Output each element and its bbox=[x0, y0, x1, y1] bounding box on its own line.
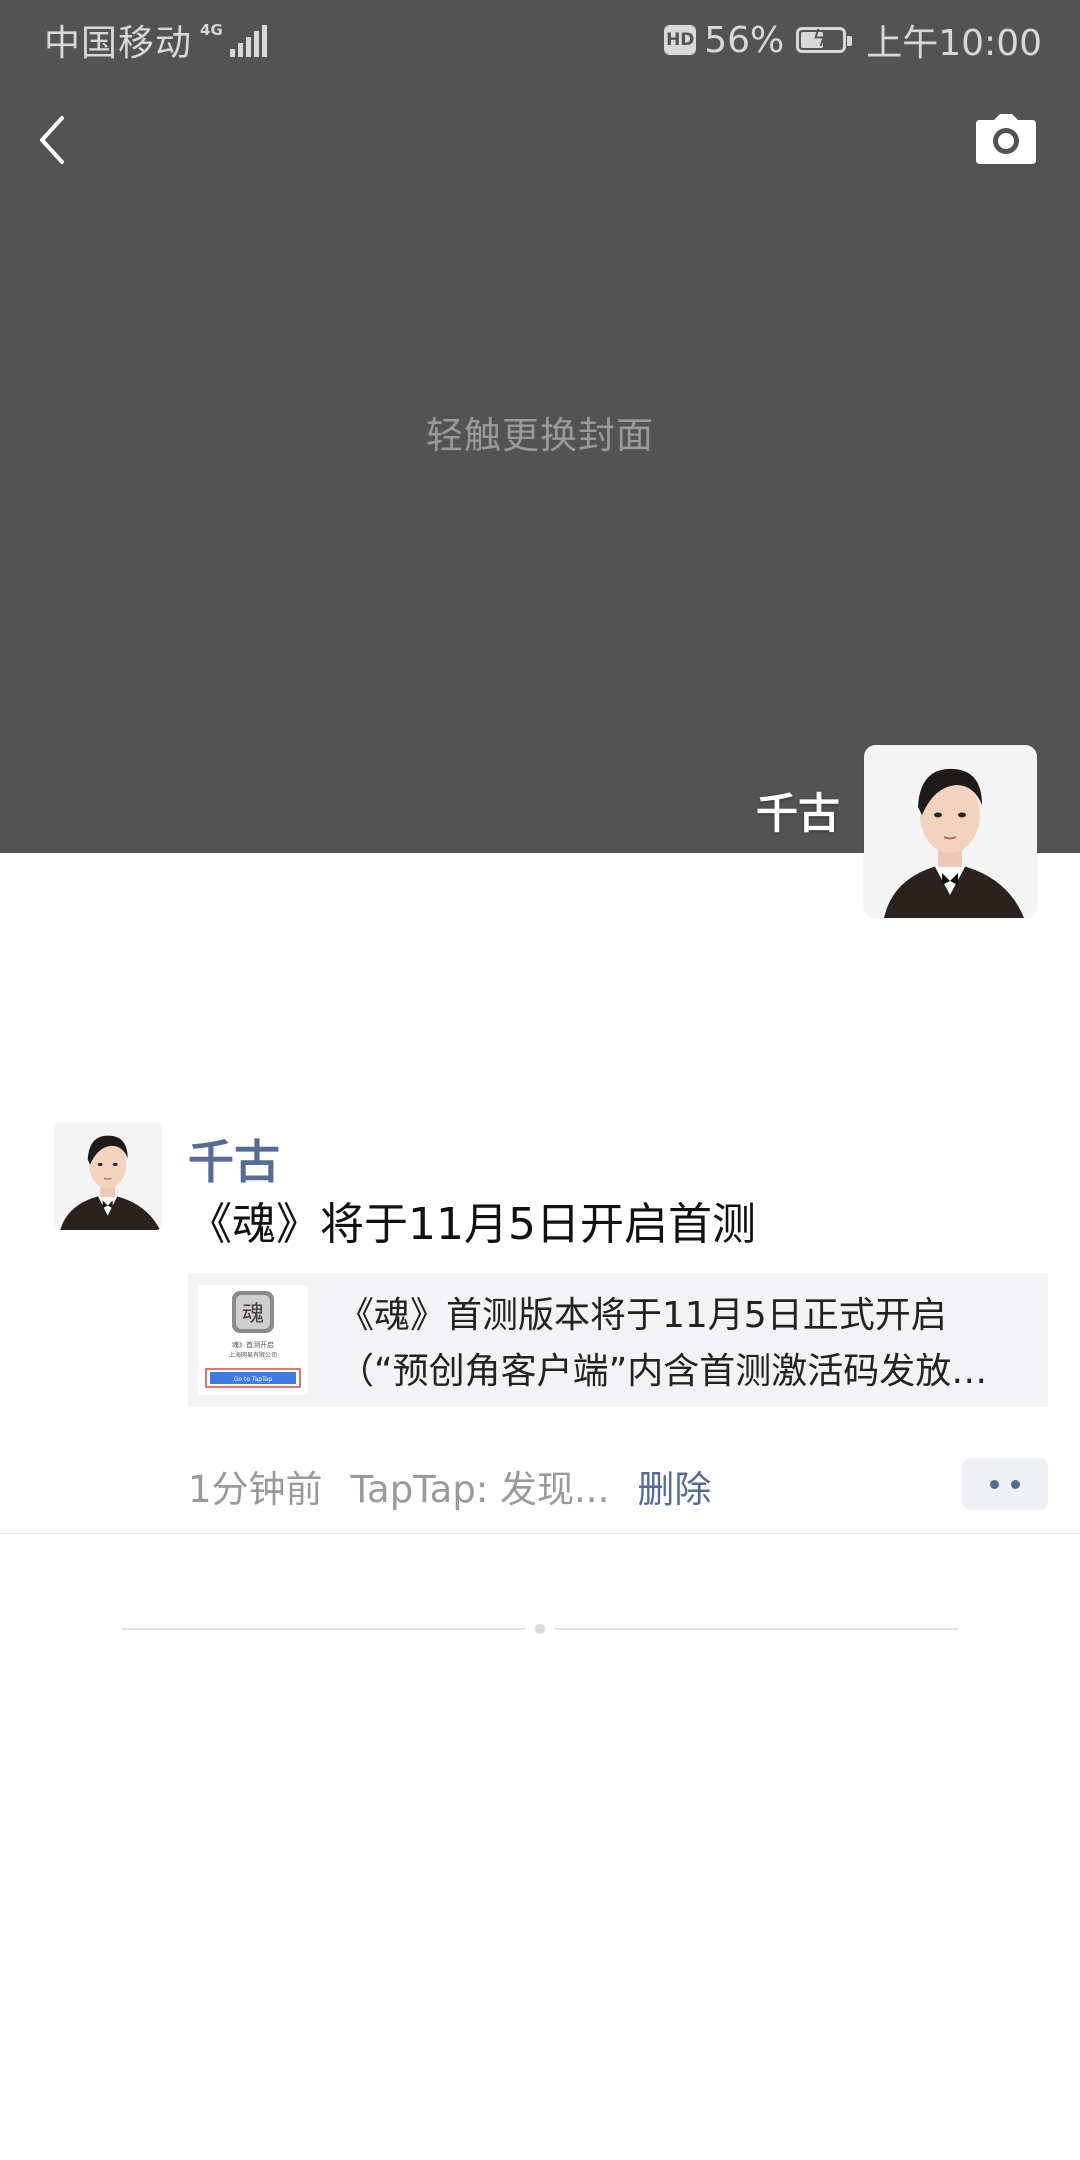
signal-icon: 4G bbox=[200, 23, 267, 57]
avatar-portrait bbox=[54, 1122, 162, 1230]
thumb-logo-glyph: 魂 bbox=[242, 1302, 264, 1327]
thumb-button: Go to TapTap bbox=[234, 1376, 273, 1383]
post-author-name[interactable]: 千古 bbox=[188, 1126, 280, 1192]
more-dots-icon bbox=[990, 1479, 999, 1489]
more-actions-button[interactable] bbox=[962, 1458, 1048, 1510]
clock: 上午10:00 bbox=[866, 23, 1042, 64]
status-bar: 中国移动 4G HD 56% ϟ 上午10:00 bbox=[0, 0, 1080, 74]
end-of-feed-line-left bbox=[122, 1628, 525, 1630]
end-of-feed-line-right bbox=[555, 1628, 958, 1630]
post-author-avatar[interactable] bbox=[54, 1122, 162, 1230]
change-cover-hint[interactable]: 轻触更换封面 bbox=[0, 405, 1080, 459]
carrier-label: 中国移动 bbox=[44, 23, 193, 64]
status-bar-left: 中国移动 4G bbox=[44, 14, 267, 66]
post-time: 1分钟前 bbox=[188, 1468, 323, 1511]
camera-icon bbox=[976, 114, 1036, 164]
avatar-portrait bbox=[864, 745, 1037, 918]
thumb-caption: 魂》首测开启 bbox=[232, 1340, 274, 1349]
post-divider bbox=[0, 1533, 1080, 1534]
link-subtitle: （“预创角客户端”内含首测激活码发放… bbox=[338, 1351, 988, 1392]
profile-avatar[interactable] bbox=[864, 745, 1037, 918]
battery-percent: 56% bbox=[704, 19, 785, 61]
profile-name: 千古 bbox=[755, 789, 840, 838]
link-title: 《魂》首测版本将于11月5日正式开启 bbox=[338, 1295, 947, 1336]
hd-badge: HD bbox=[664, 25, 697, 55]
thumb-company: 上海网易有限公司 bbox=[229, 1351, 277, 1359]
camera-button[interactable] bbox=[974, 112, 1038, 168]
post-text: 《魂》将于11月5日开启首测 bbox=[188, 1199, 756, 1250]
cover-area[interactable]: 中国移动 4G HD 56% ϟ 上午10:00 轻触更换封面 千古 bbox=[0, 0, 1080, 853]
post-source[interactable]: TapTap: 发现... bbox=[351, 1459, 610, 1513]
moments-page: 中国移动 4G HD 56% ϟ 上午10:00 轻触更换封面 千古 千古 《魂… bbox=[0, 0, 1080, 2160]
link-thumbnail: 魂 魂》首测开启 上海网易有限公司 Go to TapTap bbox=[198, 1285, 308, 1395]
end-of-feed-dot bbox=[535, 1624, 545, 1634]
delete-button[interactable]: 删除 bbox=[637, 1459, 711, 1513]
chevron-left-icon bbox=[40, 116, 64, 164]
shared-link-card[interactable]: 魂 魂》首测开启 上海网易有限公司 Go to TapTap 《魂》首测版本将于… bbox=[188, 1273, 1048, 1407]
post-meta: 1分钟前 TapTap: 发现... 删除 bbox=[188, 1459, 711, 1513]
network-type: 4G bbox=[200, 21, 223, 39]
back-button[interactable] bbox=[34, 110, 74, 170]
battery-charging-icon: ϟ bbox=[796, 27, 853, 53]
status-bar-right: HD 56% ϟ 上午10:00 bbox=[664, 14, 1042, 66]
